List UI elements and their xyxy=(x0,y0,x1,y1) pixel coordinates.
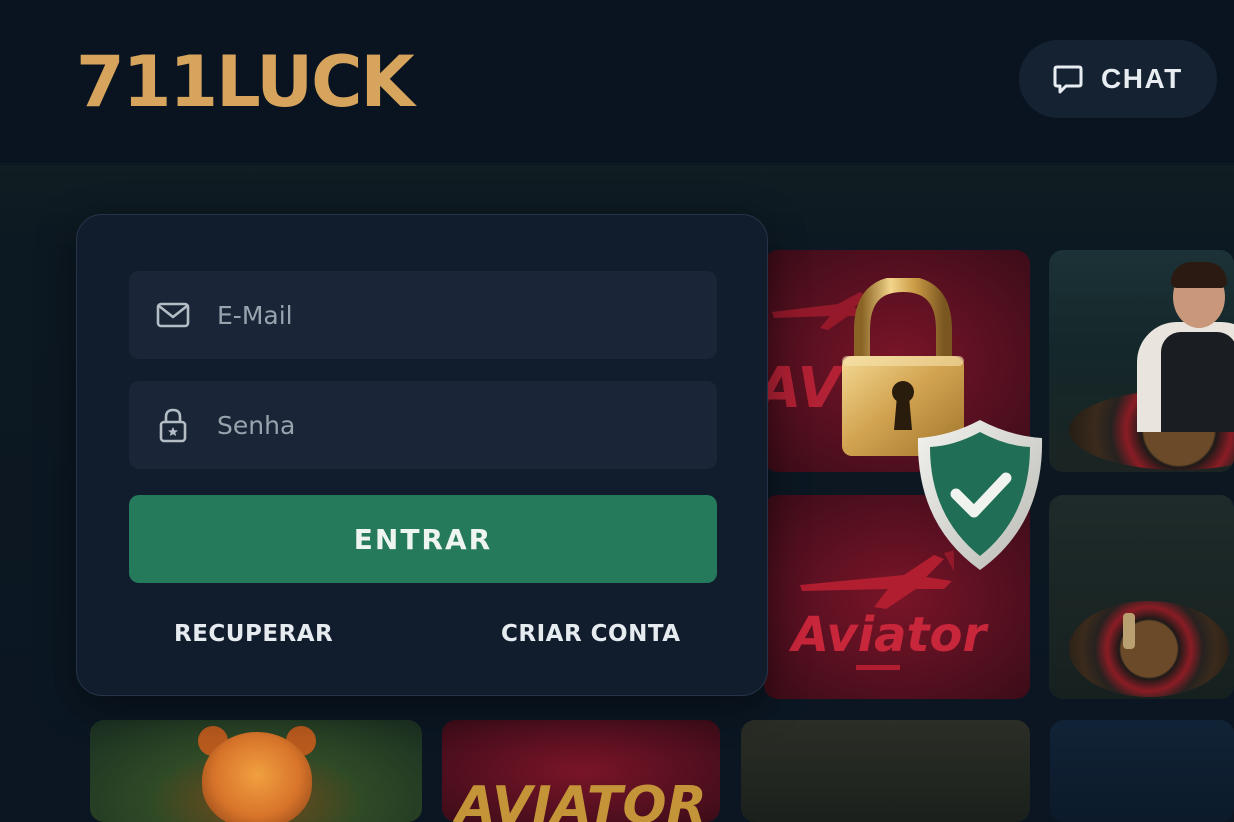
chat-bubble-icon xyxy=(1053,65,1083,94)
chat-button[interactable]: CHAT xyxy=(1019,40,1217,118)
login-submit-button[interactable]: ENTRAR xyxy=(129,495,717,583)
game-tile-aviator-bottom[interactable]: AVIATOR xyxy=(442,720,720,822)
create-account-link[interactable]: CRIAR CONTA xyxy=(501,621,681,647)
recover-password-link[interactable]: RECUPERAR xyxy=(174,621,333,647)
top-header: 711LUCK CHAT xyxy=(0,0,1234,164)
game-tile-live-dealer[interactable] xyxy=(1049,250,1234,472)
email-input[interactable] xyxy=(217,271,697,359)
mail-icon xyxy=(156,302,190,328)
login-card: ENTRAR RECUPERAR CRIAR CONTA xyxy=(76,214,768,696)
game-tile-tiger[interactable] xyxy=(90,720,422,822)
email-field[interactable] xyxy=(129,271,717,359)
game-title-aviator: Aviator xyxy=(791,607,987,663)
game-title-aviator: AVIATOR xyxy=(455,776,707,822)
password-field[interactable] xyxy=(129,381,717,469)
chat-button-label: CHAT xyxy=(1101,63,1183,94)
game-tile-blue[interactable] xyxy=(1050,720,1234,822)
password-input[interactable] xyxy=(217,381,697,469)
lock-icon xyxy=(159,408,187,443)
shield-check-icon xyxy=(917,420,1043,570)
game-tile-roulette[interactable] xyxy=(1049,495,1234,699)
game-tile-dark[interactable] xyxy=(741,720,1030,822)
site-logo[interactable]: 711LUCK xyxy=(76,42,415,122)
